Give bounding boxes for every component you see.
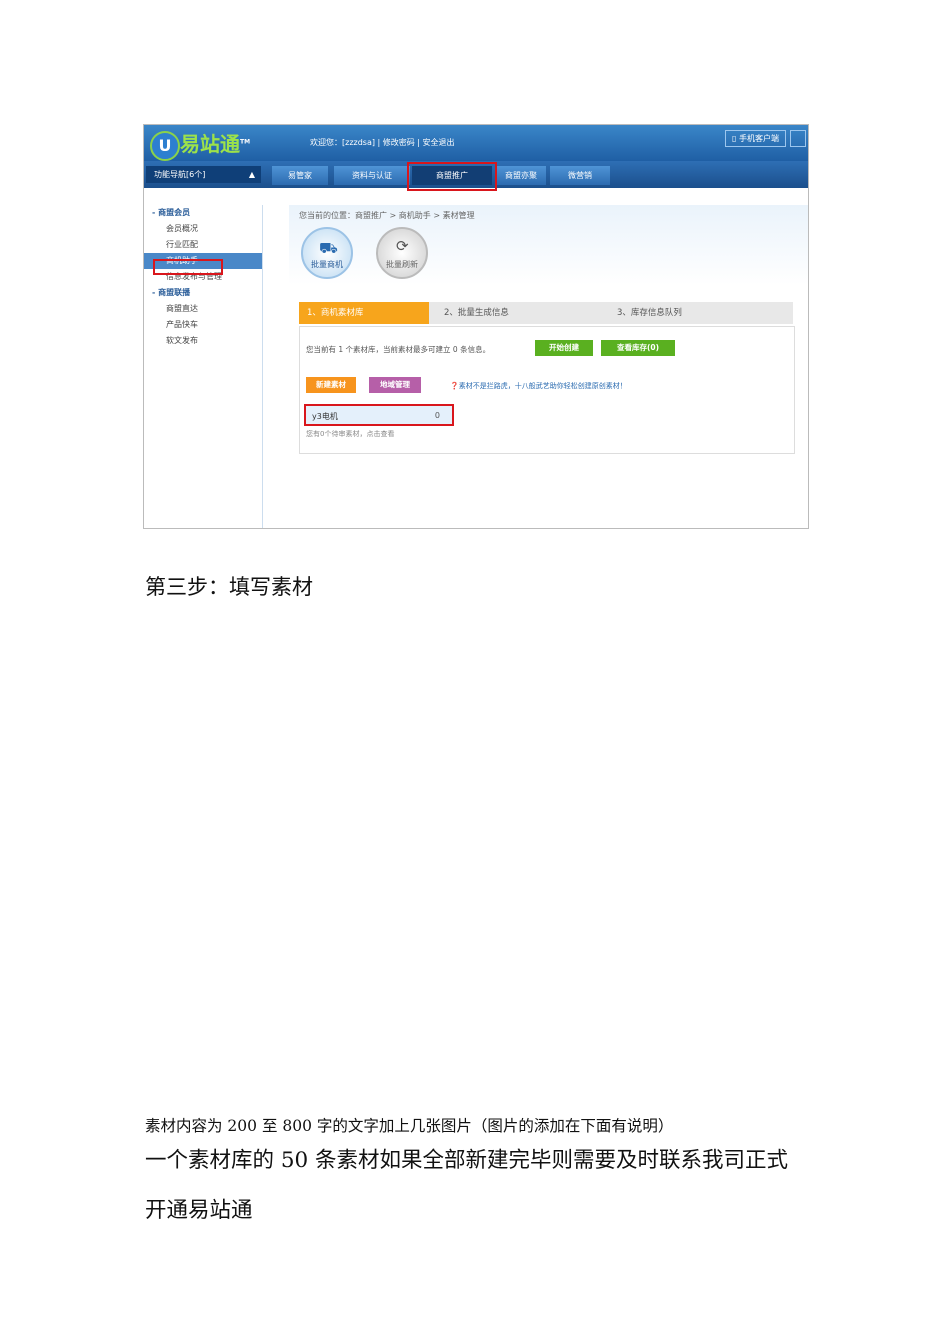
chevron-up-icon: ▲	[248, 170, 255, 179]
tab-yiguanjia[interactable]: 易管家	[272, 166, 328, 185]
region-manage-button[interactable]: 地域管理	[369, 377, 421, 393]
nav-select[interactable]: 功能导航[6个] ▲	[146, 166, 261, 183]
tab-marketing[interactable]: 微营销	[550, 166, 610, 185]
library-item[interactable]: y3电机 0	[304, 404, 454, 426]
sidebar-group[interactable]: - 商盟会员	[144, 205, 262, 221]
logo: U 易站通TM	[150, 128, 250, 161]
sidebar: - 商盟会员 会员概况 行业匹配 商机助手 信息发布与管理 - 商盟联播 商盟直…	[144, 205, 263, 528]
app-header: U 易站通TM 欢迎您：[zzzdsa] | 修改密码 | 安全退出 ▯ 手机客户…	[144, 125, 808, 161]
sidebar-item[interactable]: 会员概况	[144, 221, 262, 237]
step-3: 3、库存信息队列	[617, 308, 682, 318]
pending-link[interactable]: 您有0个待审素材，点击查看	[306, 429, 394, 439]
view-stock-button[interactable]: 查看库存(0)	[601, 340, 675, 356]
embedded-screenshot: U 易站通TM 欢迎您：[zzzdsa] | 修改密码 | 安全退出 ▯ 手机客户…	[143, 124, 809, 529]
step-2: 2、批量生成信息	[444, 308, 509, 318]
main-content: 您当前的位置：商盟推广 > 商机助手 > 素材管理 批量商机 ⛟ 批量刷新 ⟳ 1、…	[289, 205, 808, 528]
start-create-button[interactable]: 开始创建	[535, 340, 593, 356]
library-panel: 您当前有 1 个素材库，当前素材最多可建立 0 条信息。 开始创建 查看库存(0…	[299, 326, 795, 454]
truck-icon: ⛟	[319, 239, 338, 257]
mobile-client-button[interactable]: ▯ 手机客户端	[725, 130, 786, 147]
highlight-box	[153, 259, 223, 275]
paragraph-line: 开通易站通	[145, 1198, 253, 1223]
hint-link[interactable]: ❓素材不是拦路虎，十八般武艺助你轻松创建原创素材！	[450, 381, 627, 391]
paragraph-line: 一个素材库的 50 条素材如果全部新建完毕则需要及时联系我司正式	[145, 1148, 789, 1173]
step-heading: 第三步：填写素材	[145, 575, 313, 599]
help-icon: ❓	[450, 382, 459, 390]
sidebar-item[interactable]: 产品快车	[144, 317, 262, 333]
step-1: 1、商机素材库	[299, 302, 429, 324]
note-text: 素材内容为 200 至 800 字的文字加上几张图片（图片的添加在下面有说明）	[145, 1117, 674, 1135]
document-page: U 易站通TM 欢迎您：[zzzdsa] | 修改密码 | 安全退出 ▯ 手机客户…	[0, 0, 950, 1344]
tab-yiju[interactable]: 商盟亦聚	[496, 166, 546, 185]
sidebar-item[interactable]: 行业匹配	[144, 237, 262, 253]
welcome-text[interactable]: 欢迎您：[zzzdsa] | 修改密码 | 安全退出	[310, 137, 455, 148]
tab-profile[interactable]: 资料与认证	[334, 166, 410, 185]
breadcrumb: 您当前的位置：商盟推广 > 商机助手 > 素材管理	[299, 211, 475, 220]
sidebar-item[interactable]: 商盟直达	[144, 301, 262, 317]
highlight-box	[407, 162, 497, 191]
batch-refresh-button[interactable]: 批量刷新 ⟳	[376, 227, 428, 279]
info-text: 您当前有 1 个素材库，当前素材最多可建立 0 条信息。	[306, 345, 491, 354]
refresh-icon: ⟳	[396, 237, 409, 255]
step-progress: 1、商机素材库 2、批量生成信息 3、库存信息队列	[299, 302, 793, 324]
new-material-button[interactable]: 新建素材	[306, 377, 356, 393]
batch-opportunity-button[interactable]: 批量商机 ⛟	[301, 227, 353, 279]
sidebar-item[interactable]: 软文发布	[144, 333, 262, 349]
window-icon[interactable]	[790, 130, 806, 147]
sidebar-group[interactable]: - 商盟联播	[144, 285, 262, 301]
